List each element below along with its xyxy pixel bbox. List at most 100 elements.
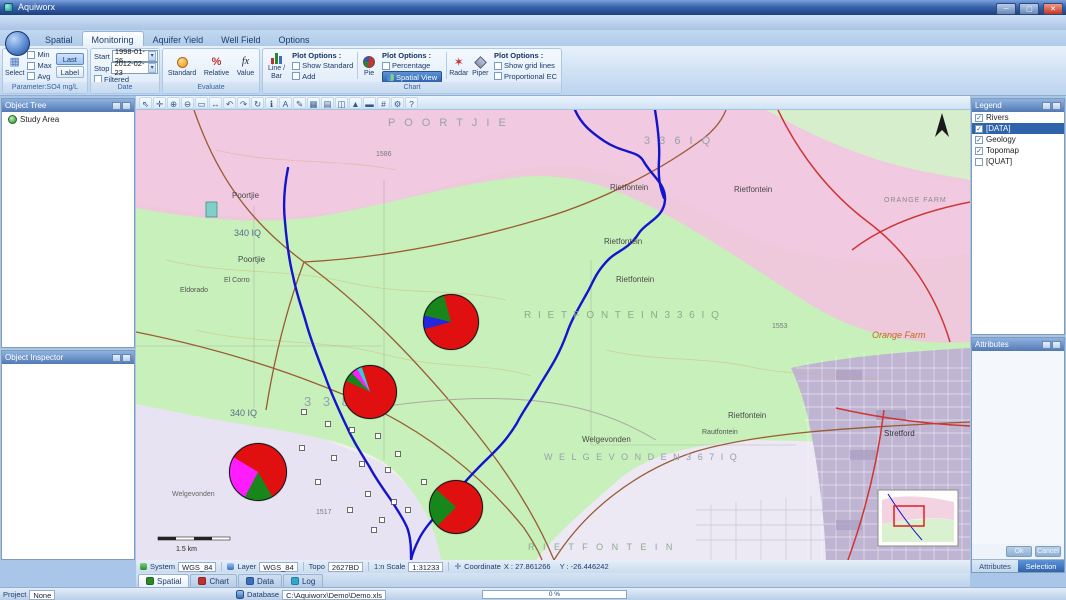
maximize-button[interactable]: ▢ [1019, 3, 1039, 15]
panel-close-button[interactable] [1052, 341, 1061, 349]
tree-item-study-area[interactable]: Study Area [2, 112, 134, 124]
monitoring-point[interactable] [350, 428, 355, 433]
system-value-box[interactable]: WGS_84 [178, 562, 216, 572]
monitoring-point[interactable] [386, 468, 391, 473]
pie-chart-button[interactable]: Pie [359, 50, 379, 81]
panel-pin-button[interactable] [112, 354, 121, 362]
stop-date-dropdown-icon[interactable]: ▾ [148, 63, 156, 73]
stop-date-field[interactable]: 2012-02-23▾ [111, 62, 158, 74]
show-grid-lines-checkbox[interactable]: Show grid lines [494, 61, 557, 71]
map-view[interactable]: P O O R T J I E3 3 6 I QPoortjieRietfont… [136, 110, 970, 560]
view-tab-data[interactable]: Data [238, 574, 282, 587]
pie-chart-marker[interactable] [229, 443, 287, 501]
monitoring-point[interactable] [302, 410, 307, 415]
layers-icon[interactable]: ▤ [321, 97, 334, 109]
monitoring-point[interactable] [326, 422, 331, 427]
grid-icon[interactable]: # [377, 97, 390, 109]
add-checkbox[interactable]: Add [292, 72, 353, 82]
application-menu-button[interactable] [5, 31, 30, 56]
monitoring-point[interactable] [316, 480, 321, 485]
cancel-button[interactable]: Cancel [1035, 546, 1061, 557]
monitoring-point[interactable] [300, 446, 305, 451]
monitoring-point[interactable] [392, 500, 397, 505]
scale-value-box[interactable]: 1:31233 [408, 562, 443, 572]
view-tab-spatial[interactable]: Spatial [138, 574, 189, 587]
legend-checkbox[interactable] [975, 158, 983, 166]
standard-button[interactable]: Standard [167, 50, 197, 81]
avg-checkbox[interactable]: Avg [27, 71, 51, 81]
panel-close-button[interactable] [122, 102, 131, 110]
monitoring-point[interactable] [372, 528, 377, 533]
ok-button[interactable]: Ok [1006, 546, 1032, 557]
zoom-previous-icon[interactable]: ↶ [223, 97, 236, 109]
pie-chart-marker[interactable] [343, 365, 397, 419]
max-checkbox[interactable]: Max [27, 61, 51, 71]
min-checkbox[interactable]: Min [27, 50, 51, 60]
identify-icon[interactable]: ℹ [265, 97, 278, 109]
scale-bar-icon[interactable]: ▬ [363, 97, 376, 109]
pointer-tool-icon[interactable]: ⇖ [139, 97, 152, 109]
measure-tool-icon[interactable]: ✎ [293, 97, 306, 109]
monitoring-point[interactable] [376, 434, 381, 439]
piper-chart-button[interactable]: Piper [470, 50, 492, 81]
monitoring-point[interactable] [396, 452, 401, 457]
pie-chart-marker[interactable] [429, 480, 483, 534]
panel-pin-button[interactable] [112, 102, 121, 110]
legend-item-geology[interactable]: Geology [972, 134, 1064, 145]
zoom-in-icon[interactable]: ⊕ [167, 97, 180, 109]
overview-inset-map[interactable] [878, 490, 958, 546]
panel-close-button[interactable] [122, 354, 131, 362]
panel-pin-button[interactable] [1042, 341, 1051, 349]
proportional-ec-checkbox[interactable]: Proportional EC [494, 72, 557, 82]
tab-attributes[interactable]: Attributes [972, 559, 1018, 572]
help-icon[interactable]: ? [405, 97, 418, 109]
monitoring-point[interactable] [332, 456, 337, 461]
zoom-out-icon[interactable]: ⊖ [181, 97, 194, 109]
label-tool-icon[interactable]: A [279, 97, 292, 109]
close-button[interactable]: ✕ [1043, 3, 1063, 15]
monitoring-point[interactable] [406, 508, 411, 513]
legend-item-data[interactable]: [DATA] [972, 123, 1064, 134]
line-bar-chart-button[interactable]: Line / Bar [264, 50, 289, 81]
value-button[interactable]: fx Value [236, 50, 255, 81]
monitoring-point[interactable] [348, 508, 353, 513]
start-date-dropdown-icon[interactable]: ▾ [148, 51, 156, 61]
topo-value-box[interactable]: 2627BD [328, 562, 363, 572]
legend-checkbox[interactable] [975, 125, 983, 133]
north-arrow-icon[interactable]: ▲ [349, 97, 362, 109]
legend-checkbox[interactable] [975, 136, 983, 144]
show-standard-checkbox[interactable]: Show Standard [292, 61, 353, 71]
label-button[interactable]: Label [56, 66, 84, 78]
ribbon-tab-monitoring[interactable]: Monitoring [82, 31, 144, 47]
radar-chart-button[interactable]: ✶ Radar [448, 50, 470, 81]
zoom-next-icon[interactable]: ↷ [237, 97, 250, 109]
legend-item-topomap[interactable]: Topomap [972, 145, 1064, 156]
legend-checkbox[interactable] [975, 114, 983, 122]
attributes-body [972, 351, 1064, 544]
monitoring-point[interactable] [380, 518, 385, 523]
zoom-extents-icon[interactable]: ↔ [209, 97, 222, 109]
legend-item-rivers[interactable]: Rivers [972, 112, 1064, 123]
pan-tool-icon[interactable]: ✛ [153, 97, 166, 109]
legend-checkbox[interactable] [975, 147, 983, 155]
panel-close-button[interactable] [1052, 102, 1061, 110]
percentage-checkbox[interactable]: Percentage [382, 61, 442, 70]
zoom-window-icon[interactable]: ▭ [195, 97, 208, 109]
settings-icon[interactable]: ⚙ [391, 97, 404, 109]
monitoring-point[interactable] [360, 462, 365, 467]
select-box-icon[interactable]: ▦ [307, 97, 320, 109]
refresh-icon[interactable]: ↻ [251, 97, 264, 109]
last-button[interactable]: Last [56, 53, 84, 65]
tab-selection[interactable]: Selection [1018, 559, 1064, 572]
monitoring-point[interactable] [366, 492, 371, 497]
view-tab-chart[interactable]: Chart [190, 574, 237, 587]
legend-item-quat[interactable]: [QUAT] [972, 156, 1064, 167]
pie-chart-marker[interactable] [423, 294, 479, 350]
snapshot-icon[interactable]: ◫ [335, 97, 348, 109]
view-tab-log[interactable]: Log [283, 574, 323, 587]
panel-pin-button[interactable] [1042, 102, 1051, 110]
minimize-button[interactable]: ─ [996, 3, 1016, 15]
layer-value-box[interactable]: WGS_84 [259, 562, 297, 572]
monitoring-point[interactable] [422, 480, 427, 485]
relative-button[interactable]: % Relative [203, 50, 230, 81]
